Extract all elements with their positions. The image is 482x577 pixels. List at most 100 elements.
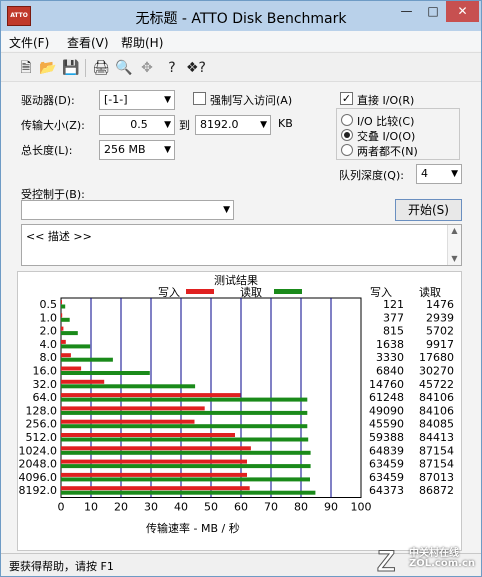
y-tick-label: 256.0 (26, 418, 58, 431)
neither-radio[interactable] (341, 144, 353, 156)
transfer-unit: KB (278, 117, 293, 130)
title-bar[interactable]: ATTO 无标题 - ATTO Disk Benchmark — □ ✕ (1, 1, 481, 31)
neither-label: 两者都不(N) (357, 145, 418, 158)
write-value: 61248 (369, 391, 404, 404)
total-length-select[interactable]: 256 MB ▼ (99, 140, 175, 160)
read-bar (61, 357, 113, 362)
io-compare-radio[interactable] (341, 114, 353, 126)
y-tick-label: 0.5 (40, 298, 58, 311)
read-bar (61, 317, 70, 322)
x-tick-label: 50 (204, 501, 218, 514)
write-bar (61, 339, 66, 344)
queue-depth-select[interactable]: 4 ▼ (416, 164, 462, 184)
description-textarea[interactable]: << 描述 >> ▲ ▼ (21, 224, 462, 266)
write-bar (61, 419, 195, 424)
open-folder-icon[interactable]: 📂 (39, 59, 57, 77)
overlapped-io-radio[interactable] (341, 129, 353, 141)
move-icon[interactable]: ✥ (138, 59, 156, 77)
read-value: 84085 (419, 418, 454, 431)
read-value: 84106 (419, 404, 454, 417)
read-value: 84413 (419, 431, 454, 444)
save-icon[interactable]: 💾 (62, 59, 80, 77)
write-value: 64373 (369, 484, 404, 497)
transfer-to-label: 到 (179, 119, 190, 132)
y-tick-label: 1.0 (40, 311, 58, 324)
direct-io-checkbox[interactable]: ✓ (340, 92, 353, 105)
scroll-down-icon[interactable]: ▼ (448, 253, 461, 265)
write-bar (61, 433, 235, 437)
x-tick-label: 80 (294, 501, 308, 514)
io-compare-label: I/O 比较(C) (357, 115, 415, 128)
write-bar (61, 472, 247, 477)
drive-label: 驱动器(D): (21, 94, 75, 107)
menu-help[interactable]: 帮助(H) (121, 34, 163, 51)
y-tick-label: 8.0 (40, 351, 58, 364)
write-bar (61, 486, 250, 491)
force-write-label: 强制写入访问(A) (210, 94, 293, 107)
toolbar-separator (85, 59, 86, 77)
read-value: 84106 (419, 391, 454, 404)
write-bar (61, 366, 82, 371)
x-tick-label: 60 (234, 501, 248, 514)
write-value: 63459 (369, 458, 404, 471)
menu-bar: 文件(F) 查看(V) 帮助(H) (1, 31, 481, 51)
write-value: 63459 (369, 471, 404, 484)
y-tick-label: 64.0 (33, 391, 58, 404)
transfer-from-select[interactable]: 0.5 ▼ (99, 115, 175, 135)
read-bar (61, 490, 316, 495)
direct-io-label: 直接 I/O(R) (357, 94, 415, 107)
read-bar (61, 464, 311, 469)
controlled-by-select[interactable]: ▼ (21, 200, 234, 220)
total-length-value: 256 MB (104, 143, 146, 156)
queue-depth-value: 4 (421, 167, 428, 180)
watermark-url: ZOL.com.cn (409, 558, 475, 569)
write-value: 49090 (369, 404, 404, 417)
write-bar (61, 300, 62, 304)
write-value: 59388 (369, 431, 404, 444)
x-axis-label: 传输速率 - MB / 秒 (146, 522, 240, 535)
menu-view[interactable]: 查看(V) (67, 34, 109, 51)
svg-text:Z: Z (377, 545, 395, 575)
close-button[interactable]: ✕ (446, 1, 479, 22)
read-bar (61, 344, 91, 349)
new-file-icon[interactable]: 🗎 (17, 59, 35, 77)
queue-depth-label: 队列深度(Q): (339, 169, 404, 182)
chevron-down-icon: ▼ (451, 169, 458, 179)
minimize-button[interactable]: — (393, 1, 420, 22)
maximize-button[interactable]: □ (420, 1, 446, 22)
write-value: 3330 (376, 351, 404, 364)
scroll-up-icon[interactable]: ▲ (448, 225, 461, 237)
y-tick-label: 1024.0 (19, 444, 58, 457)
transfer-to-select[interactable]: 8192.0 ▼ (195, 115, 271, 135)
write-bar (61, 379, 105, 384)
read-bar (61, 397, 308, 402)
y-tick-label: 16.0 (33, 365, 58, 378)
x-tick-label: 40 (174, 501, 188, 514)
y-tick-label: 8192.0 (19, 484, 58, 497)
read-bar (61, 304, 66, 309)
drive-value: [-1-] (104, 93, 128, 106)
description-scrollbar[interactable]: ▲ ▼ (447, 225, 461, 265)
toolbar: 🗎 📂 💾 🖨 🔍 ✥ ? ❖? (1, 52, 481, 82)
y-tick-label: 2.0 (40, 325, 58, 338)
transfer-from-value: 0.5 (130, 118, 148, 131)
x-tick-label: 0 (58, 501, 65, 514)
write-bar (61, 406, 205, 411)
transfer-to-value: 8192.0 (200, 118, 239, 131)
transfer-rate-chart: 0 10 20 30 40 50 60 70 80 90 100 0.5 121 1476 1.0 377 29… (19, 297, 454, 514)
print-icon[interactable]: 🖨 (92, 59, 110, 77)
write-bar (61, 459, 247, 464)
menu-file[interactable]: 文件(F) (9, 34, 49, 51)
x-tick-label: 70 (264, 501, 278, 514)
x-tick-label: 30 (144, 501, 158, 514)
context-help-icon[interactable]: ❖? (186, 59, 206, 77)
write-value: 121 (383, 298, 404, 311)
read-bar (61, 331, 78, 336)
print-preview-icon[interactable]: 🔍 (115, 59, 133, 77)
y-tick-label: 512.0 (26, 431, 58, 444)
start-button[interactable]: 开始(S) (395, 199, 462, 221)
force-write-checkbox[interactable] (193, 92, 206, 105)
help-icon[interactable]: ? (163, 59, 181, 77)
read-bar (61, 410, 308, 415)
drive-select[interactable]: [-1-] ▼ (99, 90, 175, 110)
